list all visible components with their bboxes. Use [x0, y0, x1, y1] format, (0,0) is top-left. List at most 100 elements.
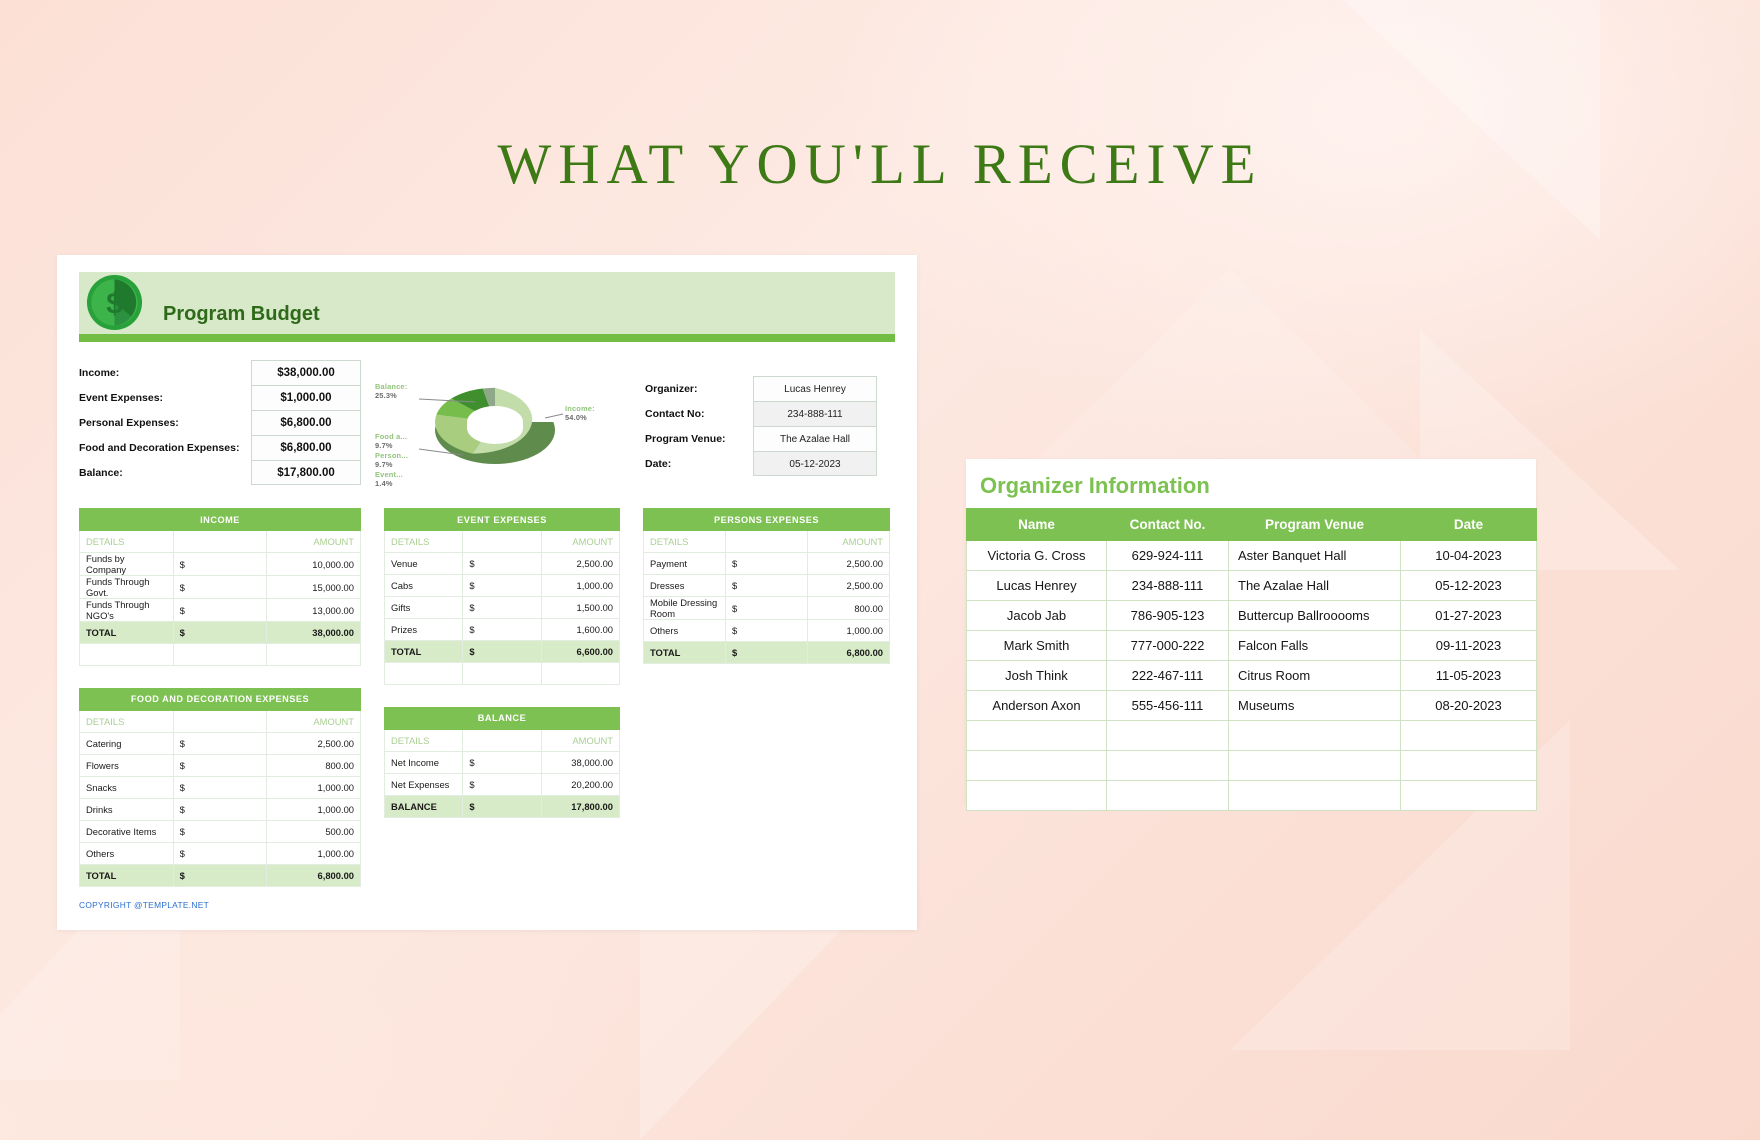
cell-name[interactable]	[966, 720, 1107, 751]
field-value-program-venue[interactable]: The Azalae Hall	[753, 426, 877, 451]
cell-date[interactable]: 10-04-2023	[1400, 540, 1537, 571]
row-amount[interactable]: 1,600.00	[540, 618, 621, 641]
table-caption: BALANCE	[384, 706, 620, 730]
cell-date[interactable]	[1400, 780, 1537, 811]
cell-date[interactable]: 11-05-2023	[1400, 660, 1537, 691]
cell-venue[interactable]: Buttercup Ballrooooms	[1228, 600, 1401, 631]
cell-name[interactable]: Anderson Axon	[966, 690, 1107, 721]
row-amount[interactable]: 15,000.00	[266, 575, 361, 599]
row-details: Decorative Items	[79, 819, 174, 843]
row-amount[interactable]: 1,000.00	[266, 841, 361, 865]
cell-contact[interactable]: 222-467-111	[1106, 660, 1229, 691]
cell-venue[interactable]	[1228, 720, 1401, 751]
row-amount[interactable]: 1,000.00	[266, 797, 361, 821]
cell-venue[interactable]: Citrus Room	[1228, 660, 1401, 691]
copyright-notice[interactable]: COPYRIGHT @TEMPLATE.NET	[79, 900, 209, 910]
cell-venue[interactable]	[1228, 780, 1401, 811]
chart-callout-event: Event... 1.4%	[375, 470, 403, 488]
cell-contact[interactable]: 777-000-222	[1106, 630, 1229, 661]
cell-venue[interactable]: Aster Banquet Hall	[1228, 540, 1401, 571]
row-amount[interactable]: 2,500.00	[807, 574, 890, 597]
cell-venue[interactable]: Museums	[1228, 690, 1401, 721]
svg-text:$: $	[106, 287, 122, 320]
organizer-fields: Organizer: Lucas Henrey Contact No: 234-…	[645, 360, 893, 488]
row-details: Snacks	[79, 775, 174, 799]
cell-contact[interactable]: 629-924-111	[1106, 540, 1229, 571]
cell-contact[interactable]: 555-456-111	[1106, 690, 1229, 721]
summary-value-income[interactable]: $38,000.00	[251, 360, 361, 385]
row-amount[interactable]: 13,000.00	[266, 598, 361, 622]
total-currency: $	[462, 794, 542, 818]
row-currency: $	[172, 598, 268, 622]
summary-value-event-expenses[interactable]: $1,000.00	[251, 385, 361, 410]
cell-venue[interactable]: The Azalae Hall	[1228, 570, 1401, 601]
field-value-date[interactable]: 05-12-2023	[753, 451, 877, 476]
row-currency: $	[462, 552, 542, 575]
field-label: Program Venue:	[645, 432, 726, 445]
cell-name[interactable]	[966, 780, 1107, 811]
row-details: Venue	[383, 552, 464, 575]
total-label: TOTAL	[383, 640, 464, 663]
total-currency: $	[172, 621, 268, 644]
row-amount[interactable]: 800.00	[266, 753, 361, 777]
row-amount[interactable]: 1,500.00	[540, 596, 621, 619]
summary-label: Income:	[79, 366, 120, 379]
total-amount: 6,800.00	[266, 863, 361, 887]
cell-date[interactable]: 05-12-2023	[1400, 570, 1537, 601]
cell-date[interactable]: 08-20-2023	[1400, 690, 1537, 721]
col-header-details: DETAILS	[79, 530, 174, 553]
row-amount[interactable]: 38,000.00	[540, 750, 621, 774]
table-caption: PERSONS EXPENSES	[643, 508, 890, 531]
cell-contact[interactable]: 234-888-111	[1106, 570, 1229, 601]
cell-date[interactable]	[1400, 720, 1537, 751]
cell-name[interactable]: Josh Think	[966, 660, 1107, 691]
cell-contact[interactable]	[1106, 750, 1229, 781]
total-label: TOTAL	[79, 863, 174, 887]
cell-date[interactable]	[1400, 750, 1537, 781]
cell-name[interactable]: Mark Smith	[966, 630, 1107, 661]
cell-date[interactable]: 01-27-2023	[1400, 600, 1537, 631]
cell-venue[interactable]	[1228, 750, 1401, 781]
summary-label: Balance:	[79, 466, 123, 479]
cell-name[interactable]	[966, 750, 1107, 781]
cell-name[interactable]: Lucas Henrey	[966, 570, 1107, 601]
table-row: Payment $2,500.00	[643, 552, 890, 575]
table-row: Net Expenses $20,200.00	[383, 772, 621, 796]
cell-venue[interactable]: Falcon Falls	[1228, 630, 1401, 661]
field-value-organizer[interactable]: Lucas Henrey	[753, 376, 877, 401]
cell-name[interactable]: Jacob Jab	[966, 600, 1107, 631]
cell-contact[interactable]: 786-905-123	[1106, 600, 1229, 631]
row-amount[interactable]: 10,000.00	[266, 552, 361, 576]
cell-date[interactable]: 09-11-2023	[1400, 630, 1537, 661]
row-amount[interactable]: 800.00	[807, 596, 890, 620]
row-amount[interactable]: 1,000.00	[266, 775, 361, 799]
total-amount: 38,000.00	[266, 621, 361, 644]
total-currency: $	[172, 863, 268, 887]
chart-callout-key: Income:	[565, 404, 595, 413]
cell-contact[interactable]	[1106, 780, 1229, 811]
field-contact-no: Contact No: 234-888-111	[645, 401, 893, 426]
summary-label: Personal Expenses:	[79, 416, 179, 429]
field-value-contact-no[interactable]: 234-888-111	[753, 401, 877, 426]
organizer-information-table: Name Contact No. Program Venue Date Vict…	[966, 508, 1537, 811]
summary-value-personal-expenses[interactable]: $6,800.00	[251, 410, 361, 435]
row-amount[interactable]: 2,500.00	[807, 552, 890, 575]
row-amount[interactable]: 20,200.00	[540, 772, 621, 796]
row-currency: $	[725, 596, 808, 620]
chart-callout-key: Event...	[375, 470, 403, 479]
row-amount[interactable]: 1,000.00	[807, 619, 890, 642]
field-organizer: Organizer: Lucas Henrey	[645, 376, 893, 401]
cell-contact[interactable]	[1106, 720, 1229, 751]
row-amount[interactable]: 2,500.00	[266, 731, 361, 755]
sheet-title: Program Budget	[163, 303, 320, 325]
total-amount: 17,800.00	[540, 794, 621, 818]
row-amount[interactable]: 500.00	[266, 819, 361, 843]
row-amount[interactable]: 1,000.00	[540, 574, 621, 597]
summary-row-balance: Balance: $17,800.00	[79, 460, 361, 485]
row-amount[interactable]: 2,500.00	[540, 552, 621, 575]
row-details: Gifts	[383, 596, 464, 619]
row-details: Cabs	[383, 574, 464, 597]
summary-value-balance[interactable]: $17,800.00	[251, 460, 361, 485]
summary-value-food-expenses[interactable]: $6,800.00	[251, 435, 361, 460]
cell-name[interactable]: Victoria G. Cross	[966, 540, 1107, 571]
